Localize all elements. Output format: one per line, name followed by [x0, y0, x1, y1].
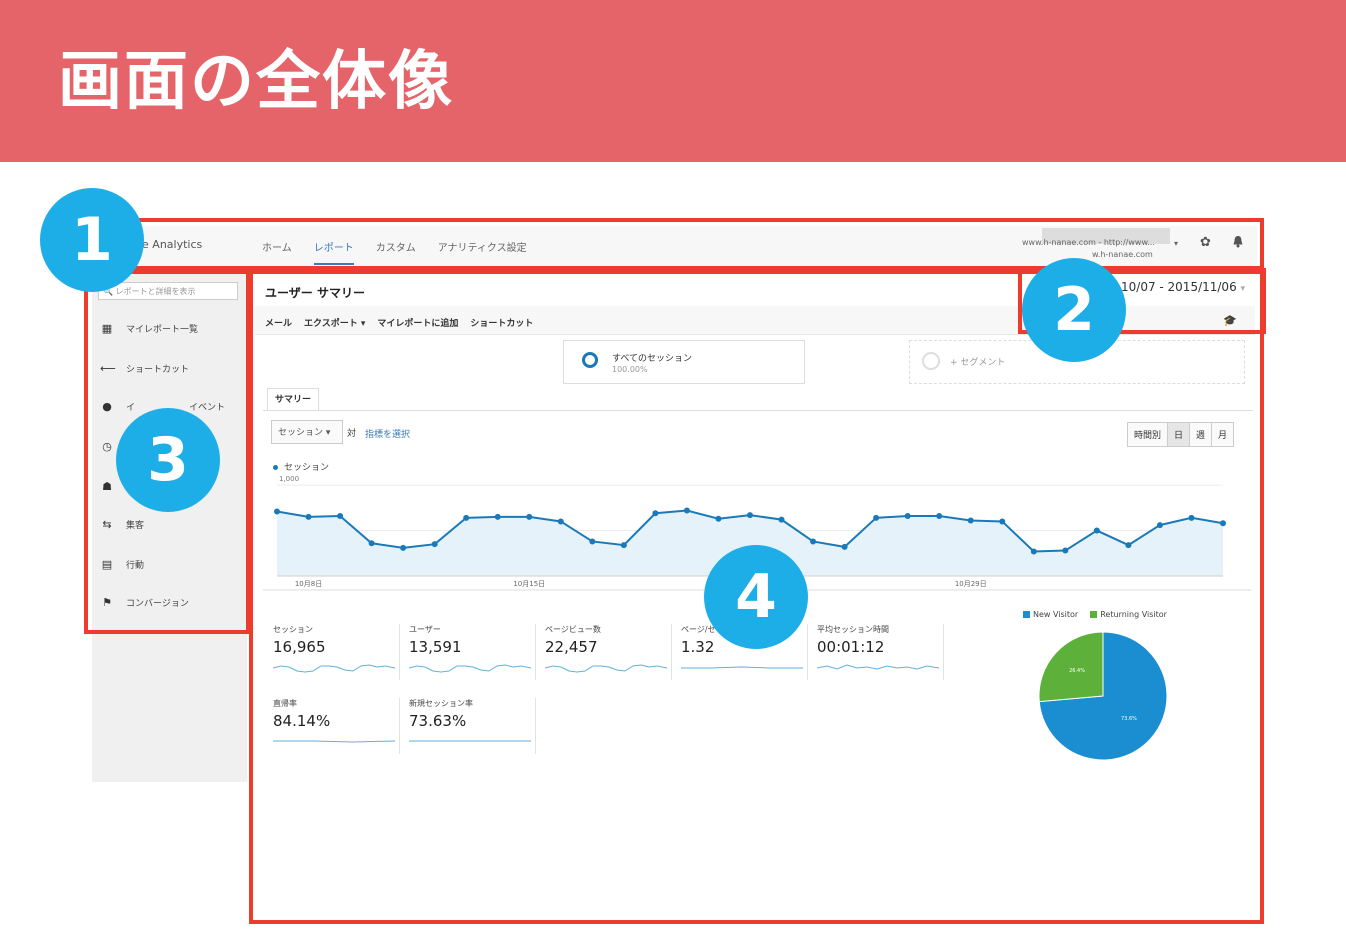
badge-4: 4 [704, 545, 808, 649]
badge-3: 3 [116, 408, 220, 512]
header-banner: 画面の全体像 [0, 0, 1346, 162]
banner-title: 画面の全体像 [58, 45, 454, 119]
badge-1: 1 [40, 188, 144, 292]
badge-2: 2 [1022, 258, 1126, 362]
